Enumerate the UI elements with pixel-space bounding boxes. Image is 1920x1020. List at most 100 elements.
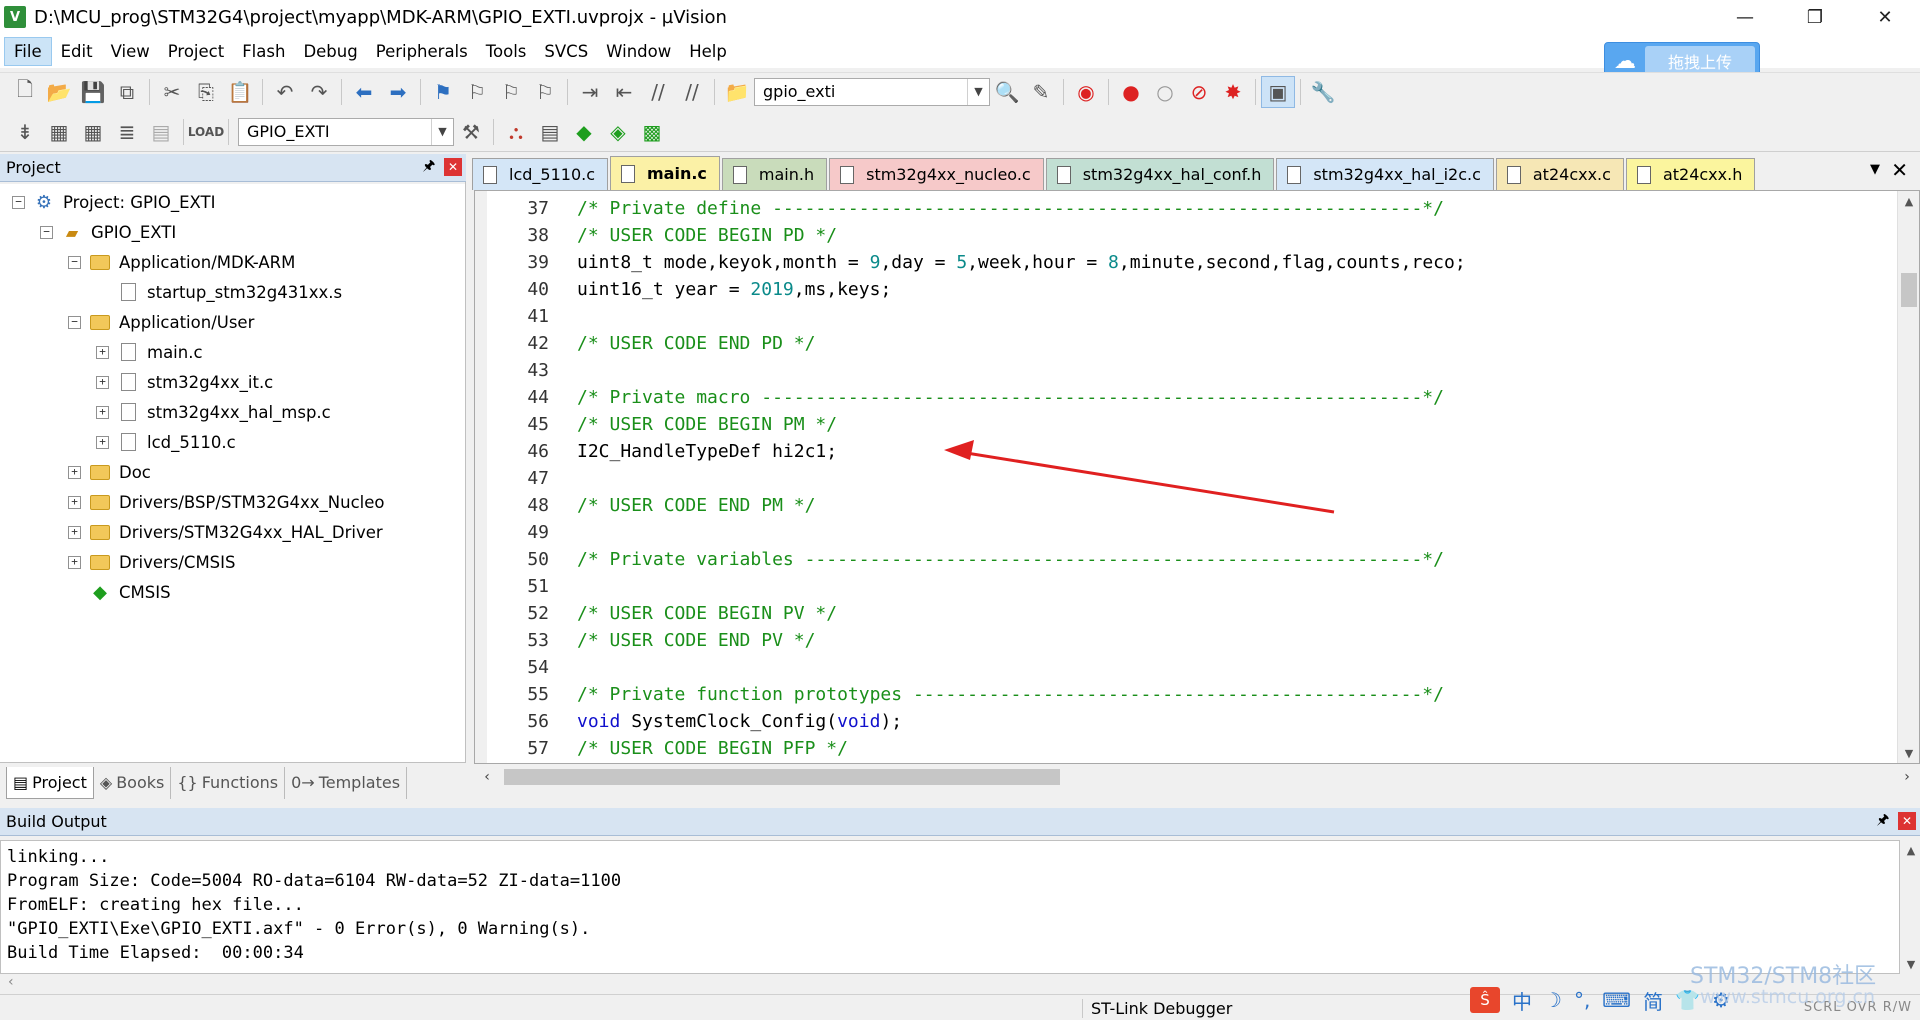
target-combo[interactable]: GPIO_EXTI ▼ [238, 117, 454, 146]
chevron-down-icon[interactable]: ▼ [967, 78, 989, 105]
unindent-icon[interactable]: ⇤ [607, 76, 641, 108]
configure-icon[interactable]: 🔧 [1306, 76, 1340, 108]
tree-item[interactable]: + main.c [96, 338, 203, 366]
clear-bookmarks-icon[interactable]: ⚐ [528, 76, 562, 108]
panel-tab-books[interactable]: ◈ Books [94, 766, 172, 799]
menu-tools[interactable]: Tools [477, 38, 536, 65]
vertical-scrollbar[interactable]: ▲ ▼ [1900, 840, 1920, 974]
editor-tab[interactable]: at24cxx.h [1625, 158, 1756, 190]
open-folder-icon[interactable]: 📂 [42, 76, 76, 108]
window-layout-icon[interactable]: ▣ [1261, 75, 1295, 108]
panel-tab-functions[interactable]: {} Functions [171, 766, 286, 799]
disable-all-breakpoints-icon[interactable]: ⊘ [1182, 76, 1216, 108]
tree-item[interactable]: + stm32g4xx_hal_msp.c [96, 398, 331, 426]
scroll-down-icon[interactable]: ▼ [1900, 954, 1920, 974]
breakpoint-gutter[interactable] [475, 191, 487, 763]
manage-run-time-env-icon[interactable]: ◆ [567, 116, 601, 148]
tree-item[interactable]: + Doc [68, 458, 151, 486]
translate-icon[interactable]: ⇟ [8, 116, 42, 148]
close-icon[interactable]: ✕ [1898, 812, 1916, 830]
menu-debug[interactable]: Debug [294, 38, 366, 65]
editor-tab[interactable]: stm32g4xx_hal_conf.h [1045, 158, 1275, 190]
horizontal-scrollbar[interactable]: ‹ › [474, 766, 1920, 788]
redo-icon[interactable]: ↷ [302, 76, 336, 108]
ime-simplified-icon[interactable]: 简 [1643, 986, 1663, 1015]
editor-tab[interactable]: at24cxx.c [1495, 158, 1624, 190]
menu-svcs[interactable]: SVCS [535, 38, 597, 65]
menu-flash[interactable]: Flash [233, 38, 294, 65]
scroll-thumb[interactable] [1901, 273, 1917, 307]
build-icon[interactable]: ▦ [42, 116, 76, 148]
scroll-up-icon[interactable]: ▲ [1900, 840, 1920, 860]
download-load-icon[interactable]: LOAD [188, 116, 224, 148]
pin-icon[interactable]: 🖈 [1874, 812, 1892, 830]
expand-icon[interactable]: + [68, 525, 81, 539]
save-all-icon[interactable]: ⧉ [110, 76, 144, 108]
editor-tab[interactable]: stm32g4xx_hal_i2c.c [1276, 158, 1494, 190]
stop-build-icon[interactable]: ▤ [144, 116, 178, 148]
tree-item[interactable]: + lcd_5110.c [96, 428, 236, 456]
editor-tab[interactable]: lcd_5110.c [472, 158, 608, 190]
ime-chinese-mode[interactable]: 中 [1512, 986, 1532, 1015]
collapse-icon[interactable]: − [68, 315, 81, 329]
ime-keyboard-icon[interactable]: ⌨ [1602, 988, 1631, 1012]
save-icon[interactable]: 💾 [76, 76, 110, 108]
tab-list-icon[interactable]: ▼ [1870, 162, 1880, 177]
menu-help[interactable]: Help [680, 38, 736, 65]
file-extensions-icon[interactable]: ▤ [533, 116, 567, 148]
build-output-text[interactable]: linking... Program Size: Code=5004 RO-dat… [0, 840, 1900, 974]
expand-icon[interactable]: + [96, 345, 109, 359]
prev-bookmark-icon[interactable]: ⚐ [460, 76, 494, 108]
expand-icon[interactable]: + [96, 375, 109, 389]
target-options-icon[interactable]: ⚒ [454, 116, 488, 148]
ime-skin-icon[interactable]: 👕 [1675, 988, 1700, 1012]
enable-breakpoint-icon[interactable]: ○ [1148, 76, 1182, 108]
cut-icon[interactable]: ✂ [155, 76, 189, 108]
collapse-icon[interactable]: − [12, 195, 25, 209]
find-in-files-icon[interactable]: 📁 [720, 76, 754, 108]
debug-session-icon[interactable]: ◉ [1069, 76, 1103, 108]
navigate-forward-icon[interactable]: ➡ [381, 76, 415, 108]
find-icon[interactable]: 🔍 [990, 76, 1024, 108]
menu-edit[interactable]: Edit [52, 38, 102, 65]
tree-item[interactable]: + Drivers/STM32G4xx_HAL_Driver [68, 518, 383, 546]
tree-item[interactable]: startup_stm32g431xx.s [96, 278, 342, 306]
panel-tab-templates[interactable]: 0→ Templates [285, 766, 408, 799]
tree-item[interactable]: ◆ CMSIS [68, 578, 171, 606]
menu-peripherals[interactable]: Peripherals [367, 38, 477, 65]
close-window-button[interactable]: ✕ [1850, 0, 1920, 34]
ime-logo-icon[interactable]: Ŝ [1470, 987, 1500, 1013]
expand-icon[interactable]: + [68, 495, 81, 509]
pack-installer-icon[interactable]: ▩ [635, 116, 669, 148]
maximize-button[interactable]: ❐ [1780, 0, 1850, 34]
insert-bookmark-icon[interactable]: ⚑ [426, 76, 460, 108]
panel-tab-project[interactable]: ▤ Project [6, 766, 94, 799]
batch-build-icon[interactable]: ≣ [110, 116, 144, 148]
scroll-thumb[interactable] [504, 769, 1060, 785]
tree-item[interactable]: − ▰ GPIO_EXTI [40, 218, 176, 246]
expand-icon[interactable]: + [96, 435, 109, 449]
ime-punctuation-icon[interactable]: °, [1574, 988, 1590, 1012]
menu-window[interactable]: Window [597, 38, 680, 65]
menu-file[interactable]: File [4, 36, 52, 66]
undo-icon[interactable]: ↶ [268, 76, 302, 108]
pin-icon[interactable]: 🖈 [420, 158, 438, 176]
close-tab-icon[interactable]: ✕ [1891, 158, 1908, 182]
expand-icon[interactable]: + [96, 405, 109, 419]
uncomment-icon[interactable]: // [675, 76, 709, 108]
navigate-back-icon[interactable]: ⬅ [347, 76, 381, 108]
tree-item[interactable]: + Drivers/CMSIS [68, 548, 236, 576]
collapse-icon[interactable]: − [40, 225, 53, 239]
expand-icon[interactable]: + [68, 555, 81, 569]
next-bookmark-icon[interactable]: ⚐ [494, 76, 528, 108]
close-icon[interactable]: ✕ [444, 158, 462, 176]
code-editor[interactable]: 37 /* Private define --------------------… [474, 190, 1920, 764]
manage-project-items-icon[interactable]: ⛬ [499, 116, 533, 148]
select-software-packs-icon[interactable]: ◈ [601, 116, 635, 148]
indent-icon[interactable]: ⇥ [573, 76, 607, 108]
paste-icon[interactable]: 📋 [223, 76, 257, 108]
vertical-scrollbar[interactable]: ▲ ▼ [1897, 191, 1919, 763]
incremental-find-icon[interactable]: ✎ [1024, 76, 1058, 108]
insert-breakpoint-icon[interactable]: ● [1114, 76, 1148, 108]
collapse-icon[interactable]: − [68, 255, 81, 269]
